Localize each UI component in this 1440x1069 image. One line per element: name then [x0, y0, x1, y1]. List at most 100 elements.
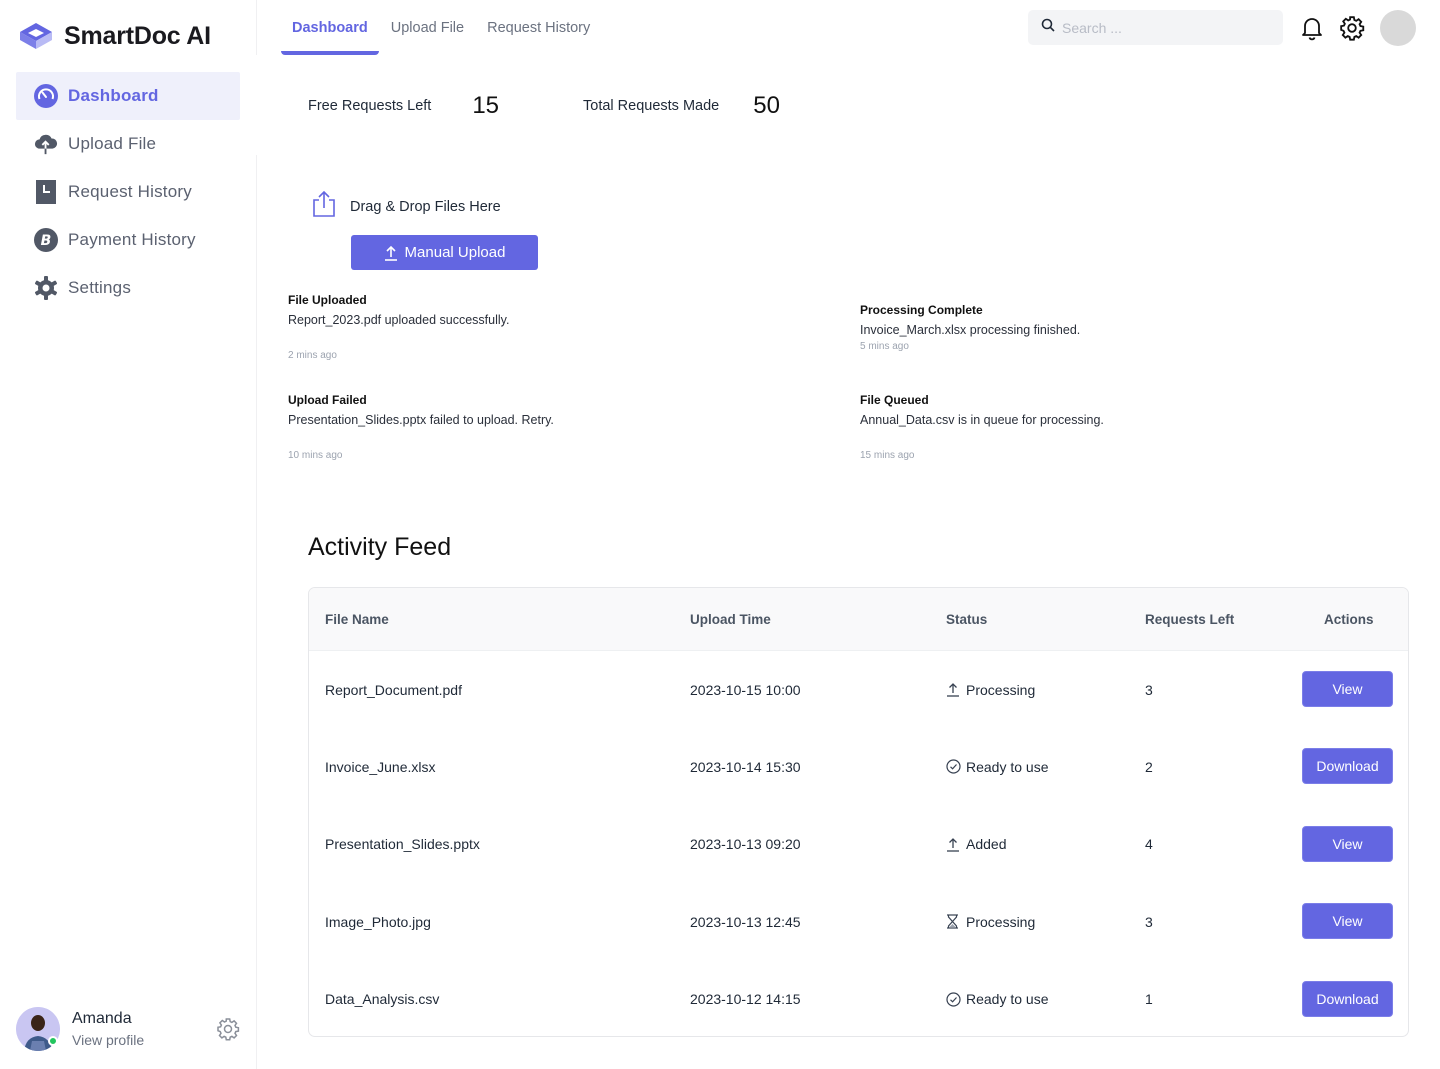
view-profile-link[interactable]: View profile — [72, 1032, 144, 1048]
settings-gear-icon[interactable] — [1339, 15, 1365, 41]
history-icon — [34, 180, 58, 204]
user-avatar[interactable] — [1380, 10, 1416, 46]
upload-arrow-icon — [384, 245, 397, 261]
notification-item: Processing Complete Invoice_March.xlsx p… — [860, 303, 1380, 352]
cell-upload-time: 2023-10-13 09:20 — [690, 836, 801, 853]
notification-title: File Queued — [860, 393, 929, 407]
stat-label: Free Requests Left — [308, 98, 432, 114]
status-label: Processing — [966, 913, 1036, 930]
bell-icon[interactable] — [1299, 15, 1325, 41]
notification-time: 15 mins ago — [860, 450, 915, 461]
drag-drop-zone[interactable]: Drag & Drop Files Here — [311, 190, 501, 223]
table-header: File Name Upload Time Status Requests Le… — [309, 588, 1408, 651]
sidebar-item-dashboard[interactable]: Dashboard — [16, 72, 240, 120]
download-button[interactable]: Download — [1302, 980, 1393, 1017]
column-header-requests-left[interactable]: Requests Left — [1145, 588, 1234, 651]
status-label: Ready to use — [966, 758, 1049, 775]
column-header-status[interactable]: Status — [946, 588, 987, 651]
online-status-dot — [48, 1036, 58, 1046]
cell-requests-left: 3 — [1145, 913, 1153, 930]
sidebar-item-settings[interactable]: Settings — [16, 264, 240, 312]
profile-text: Amanda View profile — [72, 1010, 144, 1048]
notification-time: 5 mins ago — [860, 341, 909, 352]
profile-name: Amanda — [72, 1010, 132, 1027]
notification-body: Presentation_Slides.pptx failed to uploa… — [288, 413, 554, 427]
cell-status: Processing — [946, 883, 1035, 960]
stat-total-requests: Total Requests Made 50 — [583, 88, 780, 124]
check-circle-icon — [946, 759, 961, 774]
cloud-upload-icon — [34, 132, 58, 156]
activity-feed-title: Activity Feed — [308, 533, 452, 561]
user-profile: Amanda View profile — [16, 1004, 246, 1054]
sidebar-item-request-history[interactable]: Request History — [16, 168, 240, 216]
table-row: Data_Analysis.csv 2023-10-12 14:15 Ready… — [309, 961, 1408, 1036]
cell-file-name: Report_Document.pdf — [325, 681, 462, 698]
top-nav: Dashboard Upload File Request History — [281, 0, 601, 55]
sidebar-item-label: Upload File — [68, 134, 157, 153]
stat-value: 50 — [753, 92, 780, 119]
sidebar-item-payment-history[interactable]: B Payment History — [16, 216, 240, 264]
cell-requests-left: 1 — [1145, 991, 1153, 1008]
status-label: Processing — [966, 681, 1036, 698]
view-button[interactable]: View — [1302, 825, 1393, 862]
cell-upload-time: 2023-10-15 10:00 — [690, 681, 801, 698]
sidebar: SmartDoc AI Dashboard Upload File Reques… — [0, 0, 257, 1069]
activity-table: File Name Upload Time Status Requests Le… — [308, 587, 1409, 1037]
search-input[interactable] — [1062, 19, 1262, 36]
upload-arrow-icon — [946, 837, 961, 852]
sidebar-item-upload-file[interactable]: Upload File — [16, 120, 240, 168]
profile-settings-gear-icon[interactable] — [216, 1017, 240, 1041]
notification-title: Processing Complete — [860, 303, 983, 317]
sidebar-divider — [256, 155, 257, 1069]
table-body: Report_Document.pdf 2023-10-15 10:00 Pro… — [309, 651, 1408, 1036]
bitcoin-icon: B — [34, 228, 58, 252]
stat-value: 15 — [472, 92, 500, 119]
status-label: Ready to use — [966, 991, 1049, 1008]
svg-text:B: B — [41, 233, 52, 249]
tab-request-history[interactable]: Request History — [476, 0, 601, 55]
cell-file-name: Invoice_June.xlsx — [325, 758, 436, 775]
tab-dashboard[interactable]: Dashboard — [281, 0, 379, 55]
stat-label: Total Requests Made — [583, 98, 720, 114]
notification-item: File Queued Annual_Data.csv is in queue … — [860, 393, 1380, 461]
search-icon — [1041, 18, 1055, 37]
cell-status: Added — [946, 806, 1006, 883]
table-row: Invoice_June.xlsx 2023-10-14 15:30 Ready… — [309, 728, 1408, 805]
logo-icon — [20, 23, 52, 49]
cell-upload-time: 2023-10-13 12:45 — [690, 913, 801, 930]
notification-time: 10 mins ago — [288, 450, 343, 461]
hourglass-icon — [946, 914, 961, 929]
cell-requests-left: 3 — [1145, 681, 1153, 698]
notification-time: 2 mins ago — [288, 350, 337, 361]
notification-item: File Uploaded Report_2023.pdf uploaded s… — [288, 293, 808, 361]
search-box[interactable] — [1028, 10, 1283, 45]
table-row: Report_Document.pdf 2023-10-15 10:00 Pro… — [309, 651, 1408, 728]
manual-upload-button[interactable]: Manual Upload — [351, 235, 538, 270]
cell-status: Ready to use — [946, 728, 1049, 805]
manual-upload-label: Manual Upload — [404, 244, 506, 261]
column-header-upload-time[interactable]: Upload Time — [690, 588, 771, 651]
notification-body: Annual_Data.csv is in queue for processi… — [860, 413, 1104, 427]
dropzone-label: Drag & Drop Files Here — [350, 198, 501, 215]
view-button[interactable]: View — [1302, 903, 1393, 940]
sidebar-nav: Dashboard Upload File Request History B … — [16, 72, 240, 312]
notification-title: File Uploaded — [288, 293, 367, 307]
notification-body: Invoice_March.xlsx processing finished. — [860, 323, 1081, 337]
tab-upload-file[interactable]: Upload File — [380, 0, 475, 55]
status-label: Added — [966, 836, 1007, 853]
share-upload-icon — [311, 190, 337, 223]
app-name: SmartDoc AI — [64, 21, 211, 50]
cell-requests-left: 4 — [1145, 836, 1153, 853]
table-row: Image_Photo.jpg 2023-10-13 12:45 Process… — [309, 883, 1408, 960]
cell-file-name: Data_Analysis.csv — [325, 991, 440, 1008]
stat-free-requests: Free Requests Left 15 — [308, 88, 499, 124]
cell-status: Processing — [946, 651, 1035, 728]
download-button[interactable]: Download — [1302, 748, 1393, 785]
column-header-file-name[interactable]: File Name — [325, 588, 389, 651]
logo[interactable]: SmartDoc AI — [18, 20, 211, 52]
view-button[interactable]: View — [1302, 671, 1393, 707]
sidebar-item-label: Payment History — [68, 230, 196, 249]
dashboard-gauge-icon — [34, 84, 58, 108]
sidebar-item-label: Dashboard — [68, 86, 159, 105]
cell-file-name: Image_Photo.jpg — [325, 913, 431, 930]
